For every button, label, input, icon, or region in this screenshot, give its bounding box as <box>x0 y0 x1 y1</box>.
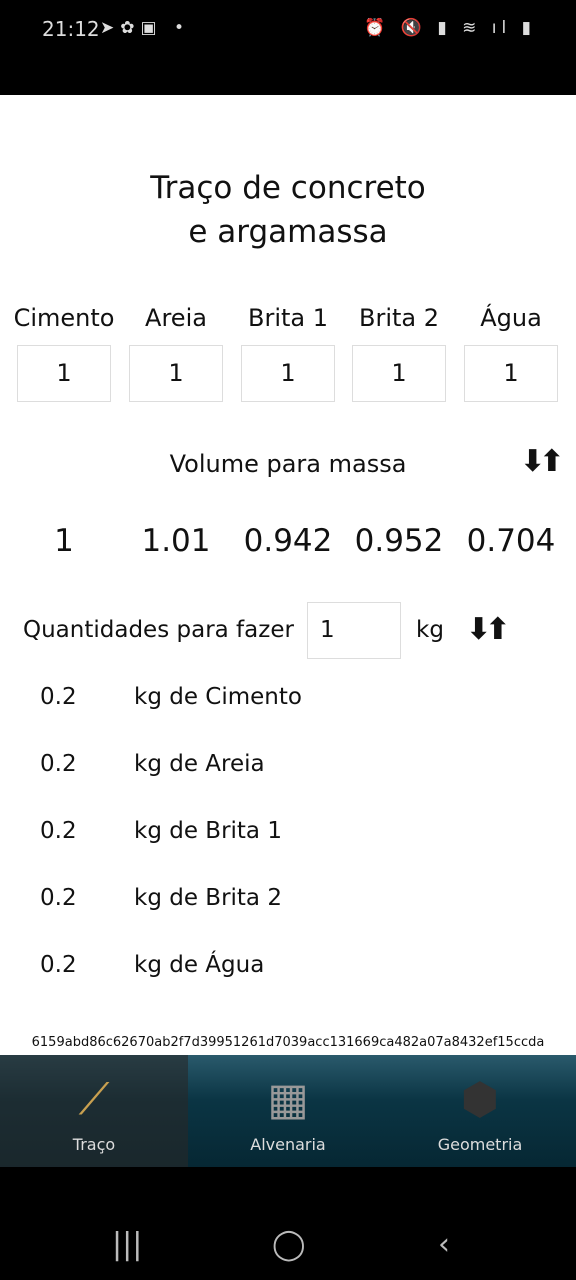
input-areia[interactable]: 1 <box>129 345 223 402</box>
amount-label: kg de Brita 1 <box>134 818 282 844</box>
title-line-2: e argamassa <box>188 214 388 250</box>
notification-icons: ➤✿▣ • <box>100 18 190 38</box>
quantity-label: Quantidades para fazer <box>23 617 294 643</box>
amount-value: 0.2 <box>40 885 77 911</box>
tab-traco[interactable]: ⟋ Traço <box>0 1055 188 1167</box>
tab-label: Alvenaria <box>250 1135 326 1154</box>
result-brita2: 0.952 <box>354 523 444 559</box>
tab-geometria[interactable]: ⬢ Geometria <box>386 1055 574 1167</box>
label-cimento: Cimento <box>13 304 115 332</box>
recent-apps-icon[interactable]: ||| <box>112 1227 142 1262</box>
home-icon[interactable]: ◯ <box>272 1227 306 1262</box>
conversion-label: Volume para massa <box>169 450 407 478</box>
brick-icon: ▦ <box>267 1074 309 1125</box>
result-cimento: 1 <box>54 523 74 559</box>
amount-value: 0.2 <box>40 684 77 710</box>
amount-value: 0.2 <box>40 952 77 978</box>
amount-label: kg de Areia <box>134 751 265 777</box>
amount-row: 0.2 kg de Areia <box>40 751 265 777</box>
swap-unit-icon[interactable]: ⬇⬆ <box>466 612 510 647</box>
clock: 21:12 <box>42 17 100 41</box>
input-cimento[interactable]: 1 <box>17 345 111 402</box>
input-agua[interactable]: 1 <box>464 345 558 402</box>
label-areia: Areia <box>145 304 207 332</box>
tab-alvenaria[interactable]: ▦ Alvenaria <box>194 1055 382 1167</box>
amount-value: 0.2 <box>40 751 77 777</box>
swap-conversion-icon[interactable]: ⬇⬆ <box>520 444 564 479</box>
amount-row: 0.2 kg de Cimento <box>40 684 302 710</box>
amount-label: kg de Brita 2 <box>134 885 282 911</box>
amount-row: 0.2 kg de Brita 2 <box>40 885 282 911</box>
back-icon[interactable]: ‹ <box>438 1227 450 1262</box>
bottom-nav: ⟋ Traço ▦ Alvenaria ⬢ Geometria <box>0 1055 576 1167</box>
trowel-icon: ⟋ <box>78 1074 110 1125</box>
label-brita1: Brita 1 <box>247 304 328 332</box>
amount-label: kg de Cimento <box>134 684 302 710</box>
quantity-input[interactable]: 1 <box>307 602 401 659</box>
result-brita1: 0.942 <box>243 523 333 559</box>
input-brita1[interactable]: 1 <box>241 345 335 402</box>
tab-label: Geometria <box>437 1135 523 1154</box>
amount-row: 0.2 kg de Água <box>40 952 264 978</box>
label-agua: Água <box>480 304 542 332</box>
hash-text: 6159abd86c62670ab2f7d39951261d7039acc131… <box>31 1035 545 1050</box>
tab-label: Traço <box>72 1135 116 1154</box>
system-icons: ⏰ 🔇 ▮ ≋ ıl ▮ <box>364 18 536 38</box>
cube-icon: ⬢ <box>460 1074 500 1125</box>
amount-value: 0.2 <box>40 818 77 844</box>
page-title: Traço de concreto e argamassa <box>0 166 576 254</box>
amount-row: 0.2 kg de Brita 1 <box>40 818 282 844</box>
result-areia: 1.01 <box>141 523 211 559</box>
status-bar: 21:12 ➤✿▣ • ⏰ 🔇 ▮ ≋ ıl ▮ <box>0 0 576 95</box>
quantity-unit: kg <box>416 617 444 643</box>
result-agua: 0.704 <box>466 523 556 559</box>
amount-label: kg de Água <box>134 952 265 978</box>
input-brita2[interactable]: 1 <box>352 345 446 402</box>
label-brita2: Brita 2 <box>358 304 439 332</box>
system-nav-bar: ||| ◯ ‹ <box>0 1167 576 1280</box>
title-line-1: Traço de concreto <box>150 170 426 206</box>
